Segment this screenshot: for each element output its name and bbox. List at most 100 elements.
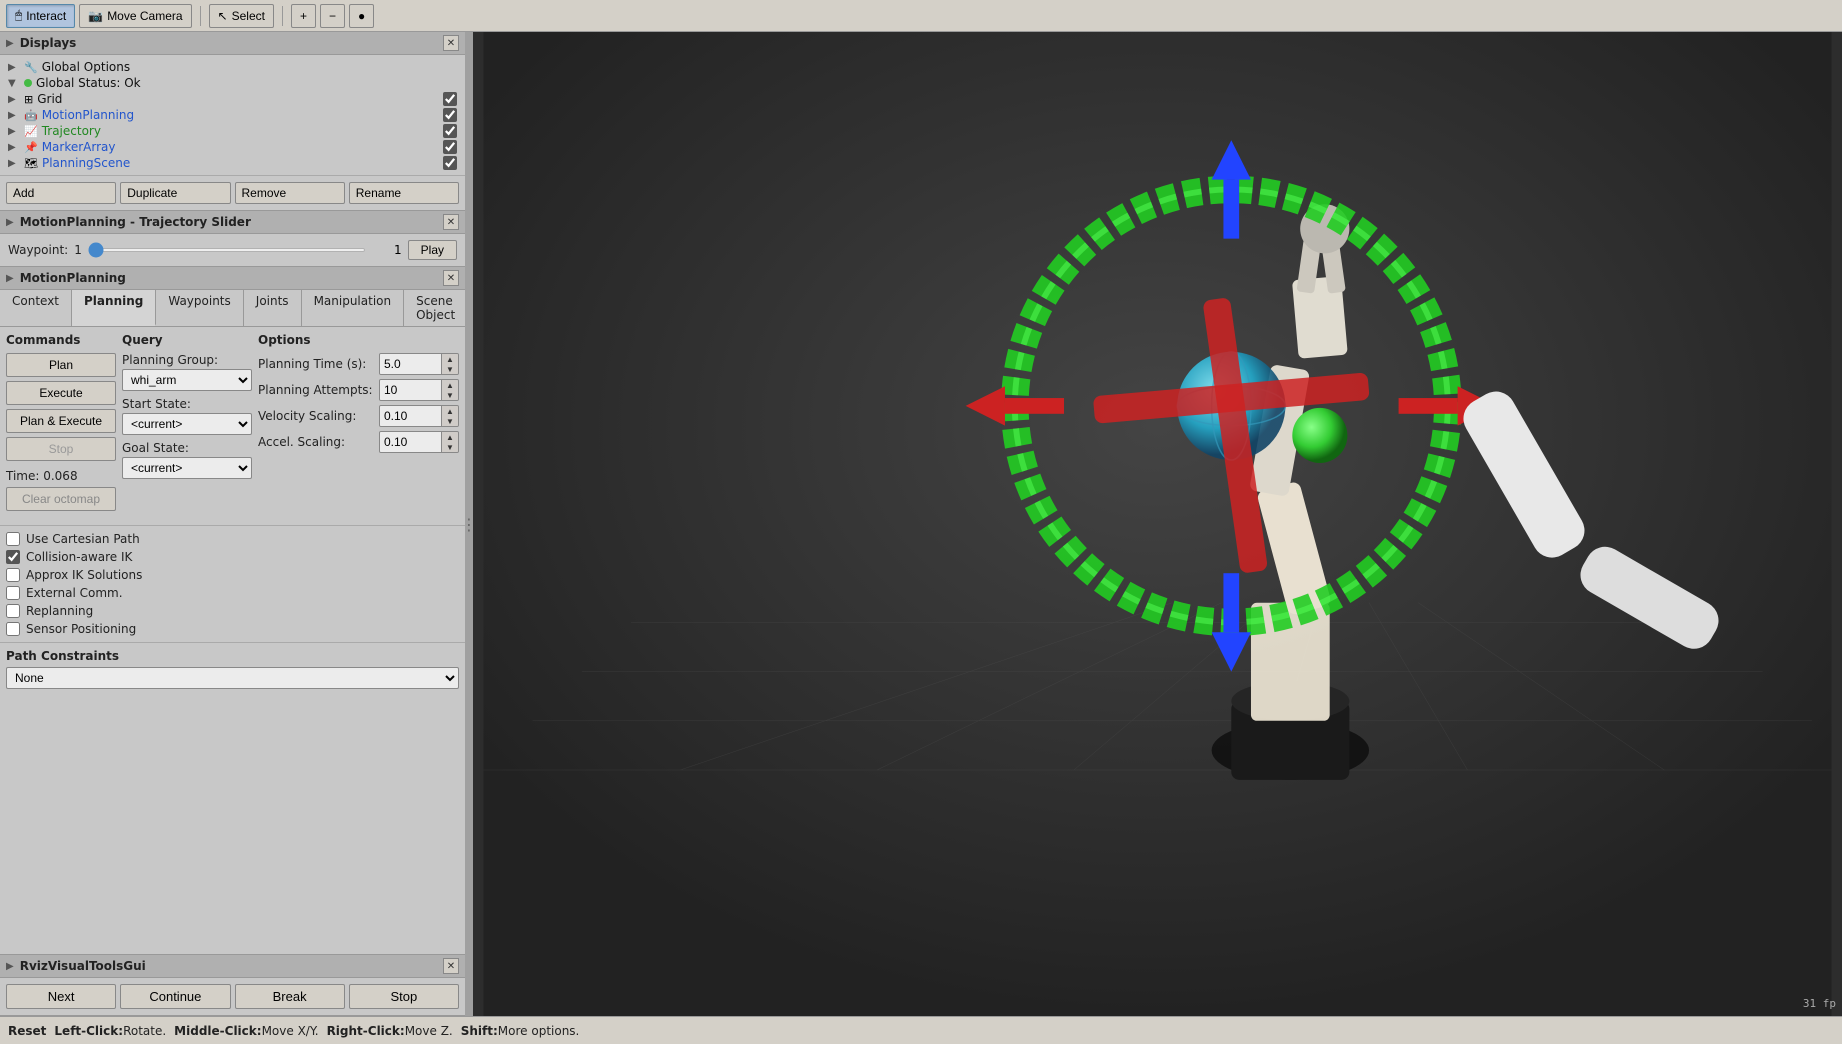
- time-label: Time: 0.068: [6, 469, 116, 483]
- velocity-scaling-field[interactable]: [380, 406, 441, 426]
- display-item-global-status[interactable]: ▼ Global Status: Ok: [0, 75, 465, 91]
- rviz-header[interactable]: ▶ RvizVisualToolsGui ✕: [0, 955, 465, 978]
- planning-attempts-field[interactable]: [380, 380, 441, 400]
- viewport[interactable]: 31 fp: [473, 32, 1842, 1016]
- displays-header[interactable]: ▶ Displays ✕: [0, 32, 465, 55]
- path-constraints-select[interactable]: None: [6, 667, 459, 689]
- tab-waypoints[interactable]: Waypoints: [156, 290, 243, 326]
- planningscene-checkbox[interactable]: [443, 156, 457, 170]
- commands-column: Commands Plan Execute Plan & Execute Sto…: [6, 333, 116, 511]
- trajectory-slider-header[interactable]: ▶ MotionPlanning - Trajectory Slider ✕: [0, 211, 465, 234]
- rviz-close[interactable]: ✕: [443, 958, 459, 974]
- trajectory-checkbox[interactable]: [443, 124, 457, 138]
- next-button[interactable]: Next: [6, 984, 116, 1009]
- planning-attempts-up[interactable]: ▲: [442, 380, 458, 390]
- display-item-motionplanning[interactable]: ▶ 🤖 MotionPlanning: [0, 107, 465, 123]
- path-constraints-label: Path Constraints: [6, 649, 459, 663]
- collision-checkbox[interactable]: [6, 550, 20, 564]
- break-button[interactable]: Break: [235, 984, 345, 1009]
- continue-button[interactable]: Continue: [120, 984, 230, 1009]
- displays-collapse-arrow[interactable]: ▶: [6, 38, 14, 49]
- main-area: ▶ Displays ✕ ▶ 🔧 Global Options ▼ Global…: [0, 32, 1842, 1016]
- plan-button[interactable]: Plan: [6, 353, 116, 377]
- display-item-planningscene[interactable]: ▶ 🗺 PlanningScene: [0, 155, 465, 171]
- motionplanning-header[interactable]: ▶ MotionPlanning ✕: [0, 267, 465, 290]
- checkbox-sensor-positioning: Sensor Positioning: [6, 622, 459, 636]
- tab-planning[interactable]: Planning: [72, 290, 156, 326]
- velocity-scaling-up[interactable]: ▲: [442, 406, 458, 416]
- play-button[interactable]: Play: [408, 240, 457, 260]
- trajectory-slider-collapse[interactable]: ▶: [6, 217, 14, 228]
- execute-button[interactable]: Execute: [6, 381, 116, 405]
- planning-attempts-down[interactable]: ▼: [442, 390, 458, 400]
- planning-attempts-arrows: ▲ ▼: [441, 380, 458, 400]
- plus-button[interactable]: +: [291, 4, 316, 28]
- motionplanning-checkbox[interactable]: [443, 108, 457, 122]
- external-comm-checkbox[interactable]: [6, 586, 20, 600]
- add-button[interactable]: Add: [6, 182, 116, 204]
- goal-state-select[interactable]: <current>: [122, 457, 252, 479]
- display-item-trajectory[interactable]: ▶ 📈 Trajectory: [0, 123, 465, 139]
- cartesian-checkbox[interactable]: [6, 532, 20, 546]
- start-state-select[interactable]: <current>: [122, 413, 252, 435]
- interact-button[interactable]: 🖱 Interact: [6, 4, 75, 28]
- clear-octomap-button[interactable]: Clear octomap: [6, 487, 116, 511]
- displays-close-button[interactable]: ✕: [443, 35, 459, 51]
- planning-time-down[interactable]: ▼: [442, 364, 458, 374]
- minus-icon: −: [329, 9, 336, 23]
- options-grid: Planning Time (s): ▲ ▼ Planning Attempts…: [258, 353, 459, 453]
- waypoint-slider[interactable]: [88, 248, 366, 252]
- checkboxes-area: Use Cartesian Path Collision-aware IK Ap…: [0, 525, 465, 642]
- accel-scaling-down[interactable]: ▼: [442, 442, 458, 452]
- move-camera-button[interactable]: 📷 Move Camera: [79, 4, 191, 28]
- stop-button[interactable]: Stop: [6, 437, 116, 461]
- query-column: Query Planning Group: whi_arm Start Stat…: [122, 333, 252, 511]
- planning-content: Commands Plan Execute Plan & Execute Sto…: [0, 327, 465, 517]
- rviz-collapse[interactable]: ▶: [6, 961, 14, 972]
- sensor-positioning-checkbox[interactable]: [6, 622, 20, 636]
- select-icon: ↖: [218, 9, 228, 23]
- velocity-scaling-down[interactable]: ▼: [442, 416, 458, 426]
- trajectory-slider-close[interactable]: ✕: [443, 214, 459, 230]
- grid-checkbox[interactable]: [443, 92, 457, 106]
- accel-scaling-arrows: ▲ ▼: [441, 432, 458, 452]
- external-comm-label: External Comm.: [26, 586, 123, 600]
- accel-scaling-up[interactable]: ▲: [442, 432, 458, 442]
- motionplanning-close[interactable]: ✕: [443, 270, 459, 286]
- tab-context[interactable]: Context: [0, 290, 72, 326]
- grid-arrow: ▶: [8, 94, 20, 105]
- tab-joints[interactable]: Joints: [244, 290, 302, 326]
- displays-section: ▶ Displays ✕ ▶ 🔧 Global Options ▼ Global…: [0, 32, 465, 211]
- stop-rviz-button[interactable]: Stop: [349, 984, 459, 1009]
- panel-divider[interactable]: [465, 32, 473, 1016]
- minus-button[interactable]: −: [320, 4, 345, 28]
- velocity-scaling-input: ▲ ▼: [379, 405, 459, 427]
- approx-ik-checkbox[interactable]: [6, 568, 20, 582]
- display-item-grid[interactable]: ▶ ⊞ Grid: [0, 91, 465, 107]
- middle-click-label: Middle-Click:: [174, 1024, 261, 1038]
- rename-button[interactable]: Rename: [349, 182, 459, 204]
- accel-scaling-field[interactable]: [380, 432, 441, 452]
- duplicate-button[interactable]: Duplicate: [120, 182, 230, 204]
- commands-title: Commands: [6, 333, 116, 347]
- planning-time-up[interactable]: ▲: [442, 354, 458, 364]
- checkbox-replanning: Replanning: [6, 604, 459, 618]
- remove-button[interactable]: Remove: [235, 182, 345, 204]
- tab-manipulation[interactable]: Manipulation: [302, 290, 405, 326]
- display-item-markerarray[interactable]: ▶ 📌 MarkerArray: [0, 139, 465, 155]
- tab-scene-object[interactable]: Scene Object: [404, 290, 465, 326]
- checkbox-external-comm: External Comm.: [6, 586, 459, 600]
- planning-group-select[interactable]: whi_arm: [122, 369, 252, 391]
- dot-button[interactable]: ●: [349, 4, 374, 28]
- replanning-checkbox[interactable]: [6, 604, 20, 618]
- left-click-action: Rotate.: [123, 1024, 166, 1038]
- planningscene-label: PlanningScene: [42, 156, 439, 170]
- motionplanning-collapse[interactable]: ▶: [6, 273, 14, 284]
- dot-icon: ●: [358, 9, 365, 23]
- select-button[interactable]: ↖ Select: [209, 4, 274, 28]
- planning-time-field[interactable]: [380, 354, 441, 374]
- markerarray-checkbox[interactable]: [443, 140, 457, 154]
- trajectory-icon: 📈: [24, 125, 38, 138]
- plan-execute-button[interactable]: Plan & Execute: [6, 409, 116, 433]
- display-item-global-options[interactable]: ▶ 🔧 Global Options: [0, 59, 465, 75]
